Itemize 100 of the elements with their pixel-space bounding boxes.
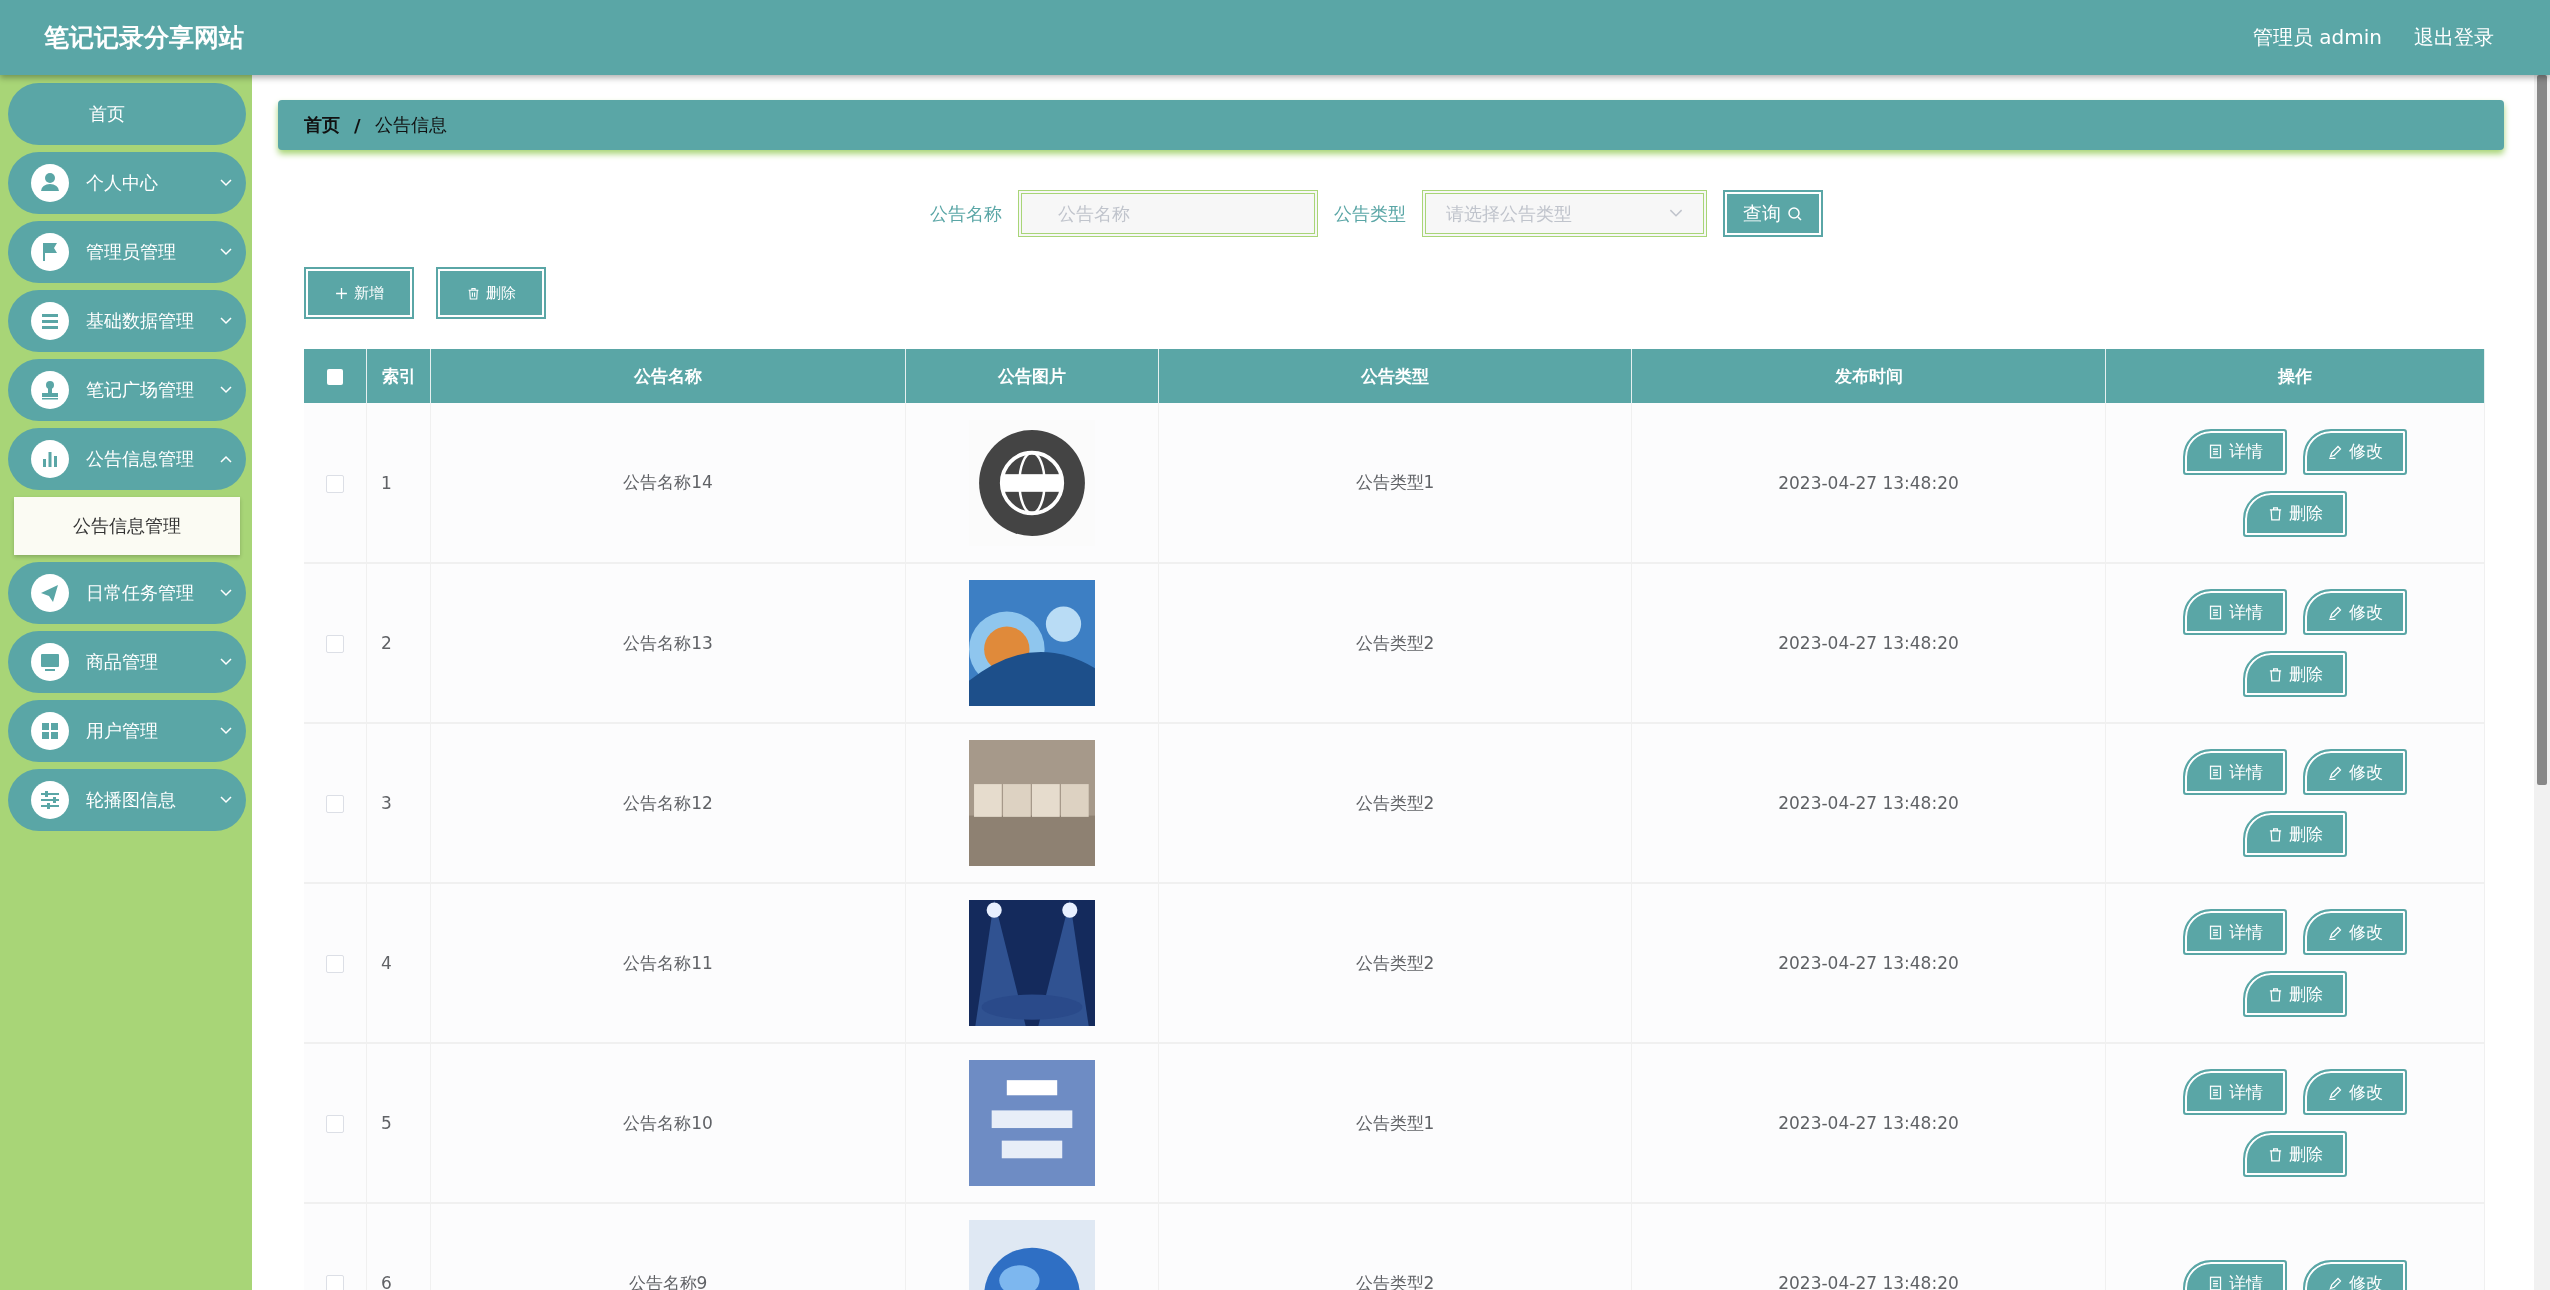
trash-icon: [2267, 666, 2283, 682]
notice-name: 公告名称10: [623, 1112, 713, 1133]
detail-button[interactable]: 详情: [2183, 1069, 2287, 1115]
publish-time: 2023-04-27 13:48:20: [1778, 793, 1959, 813]
row-index: 3: [381, 793, 392, 813]
delete-button[interactable]: 删除: [2243, 811, 2347, 857]
sidebar-menu[interactable]: 轮播图信息: [8, 769, 246, 831]
column-header: 索引: [366, 349, 431, 403]
notice-type: 公告类型2: [1355, 632, 1435, 653]
sidebar-menu[interactable]: 基础数据管理: [8, 290, 246, 352]
detail-button[interactable]: 详情: [2183, 909, 2287, 955]
add-button[interactable]: 新增: [304, 267, 414, 319]
detail-button[interactable]: 详情: [2183, 589, 2287, 635]
chevron-icon: [220, 589, 232, 597]
person-icon: [30, 163, 70, 203]
select-all-checkbox[interactable]: [327, 369, 343, 385]
notice-name: 公告名称11: [623, 952, 713, 973]
publish-time: 2023-04-27 13:48:20: [1778, 472, 1959, 493]
notice-name: 公告名称12: [623, 792, 713, 813]
document-icon: [2207, 444, 2223, 459]
logout-link[interactable]: 退出登录: [2414, 24, 2494, 51]
submenu-item[interactable]: 公告信息管理: [14, 497, 240, 555]
monitor-icon: [30, 642, 70, 682]
document-icon: [2207, 764, 2223, 780]
edit-button[interactable]: 修改: [2303, 1069, 2407, 1115]
paper-plane-icon: [30, 573, 70, 613]
row-checkbox[interactable]: [326, 795, 344, 813]
pencil-icon: [2327, 764, 2343, 780]
pencil-icon: [2327, 1275, 2343, 1290]
detail-button[interactable]: 详情: [2183, 749, 2287, 795]
notice-type: 公告类型1: [1355, 472, 1435, 492]
chevron-icon: [220, 179, 232, 187]
breadcrumb-separator: /: [354, 114, 361, 136]
chevron-icon: [220, 658, 232, 666]
edit-button[interactable]: 修改: [2303, 749, 2407, 795]
publish-time: 2023-04-27 13:48:20: [1778, 1273, 1959, 1290]
delete-button[interactable]: 删除: [2243, 971, 2347, 1017]
document-icon: [2207, 1084, 2223, 1100]
document-icon: [2207, 604, 2223, 620]
notice-type: 公告类型2: [1355, 952, 1435, 973]
row-index: 5: [381, 1113, 392, 1133]
column-header: 发布时间: [1631, 349, 2106, 403]
plus-icon: [334, 286, 348, 300]
sidebar-menu[interactable]: 日常任务管理: [8, 562, 246, 624]
pencil-icon: [2327, 444, 2343, 459]
delete-button[interactable]: 删除: [2243, 490, 2347, 537]
sidebar-menu[interactable]: 笔记广场管理: [8, 359, 246, 421]
row-checkbox[interactable]: [326, 955, 344, 973]
edit-button[interactable]: 修改: [2303, 909, 2407, 955]
publish-time: 2023-04-27 13:48:20: [1778, 953, 1959, 973]
breadcrumb-link[interactable]: 公告信息: [374, 113, 447, 137]
notice-name: 公告名称13: [623, 632, 713, 653]
edit-button[interactable]: 修改: [2303, 428, 2407, 475]
list-icon: [30, 301, 70, 341]
row-checkbox[interactable]: [326, 1275, 344, 1290]
grid-icon: [30, 711, 70, 751]
trash-icon: [2267, 506, 2283, 521]
trash-icon: [466, 286, 480, 300]
row-checkbox[interactable]: [326, 474, 344, 493]
chevron-icon: [220, 386, 232, 394]
breadcrumb-link[interactable]: 首页: [304, 113, 340, 137]
column-header: 操作: [2105, 349, 2485, 403]
bar-chart-icon: [30, 439, 70, 479]
sidebar-menu[interactable]: 个人中心: [8, 152, 246, 214]
delete-button[interactable]: 删除: [2243, 1131, 2347, 1177]
stamp-icon: [30, 370, 70, 410]
field-label: 公告类型: [1333, 201, 1406, 226]
pencil-icon: [2327, 924, 2343, 940]
chevron-icon: [220, 727, 232, 735]
column-header: 公告图片: [905, 349, 1159, 403]
sidebar-item[interactable]: 首页: [8, 83, 246, 145]
row-checkbox[interactable]: [326, 1115, 344, 1133]
site-title: 笔记记录分享网站: [44, 22, 245, 54]
delete-button[interactable]: 删除: [436, 267, 546, 319]
chevron-icon: [220, 455, 232, 463]
document-icon: [2207, 1275, 2223, 1290]
delete-button[interactable]: 删除: [2243, 651, 2347, 697]
column-header: 公告类型: [1158, 349, 1632, 403]
scrollbar-thumb[interactable]: [2537, 75, 2547, 785]
notice-type: 公告类型1: [1355, 1112, 1435, 1133]
detail-button[interactable]: 详情: [2183, 428, 2287, 475]
row-index: 6: [381, 1273, 392, 1290]
sidebar-menu[interactable]: 管理员管理: [8, 221, 246, 283]
sidebar-menu[interactable]: 商品管理: [8, 631, 246, 693]
document-icon: [2207, 924, 2223, 940]
row-index: 2: [381, 633, 392, 653]
row-index: 1: [381, 472, 392, 493]
row-checkbox[interactable]: [326, 635, 344, 653]
notice-type: 公告类型2: [1355, 792, 1435, 813]
trash-icon: [2267, 986, 2283, 1002]
detail-button[interactable]: 详情: [2183, 1260, 2287, 1290]
chevron-icon: [1668, 209, 1683, 218]
edit-button[interactable]: 修改: [2303, 589, 2407, 635]
sidebar-menu[interactable]: 用户管理: [8, 700, 246, 762]
sidebar-menu[interactable]: 公告信息管理: [8, 428, 246, 490]
field-label: 公告名称: [929, 201, 1002, 226]
column-header: 公告名称: [430, 349, 906, 403]
search-button[interactable]: 查询: [1722, 190, 1823, 237]
publish-time: 2023-04-27 13:48:20: [1778, 1113, 1959, 1133]
trash-icon: [2267, 826, 2283, 842]
